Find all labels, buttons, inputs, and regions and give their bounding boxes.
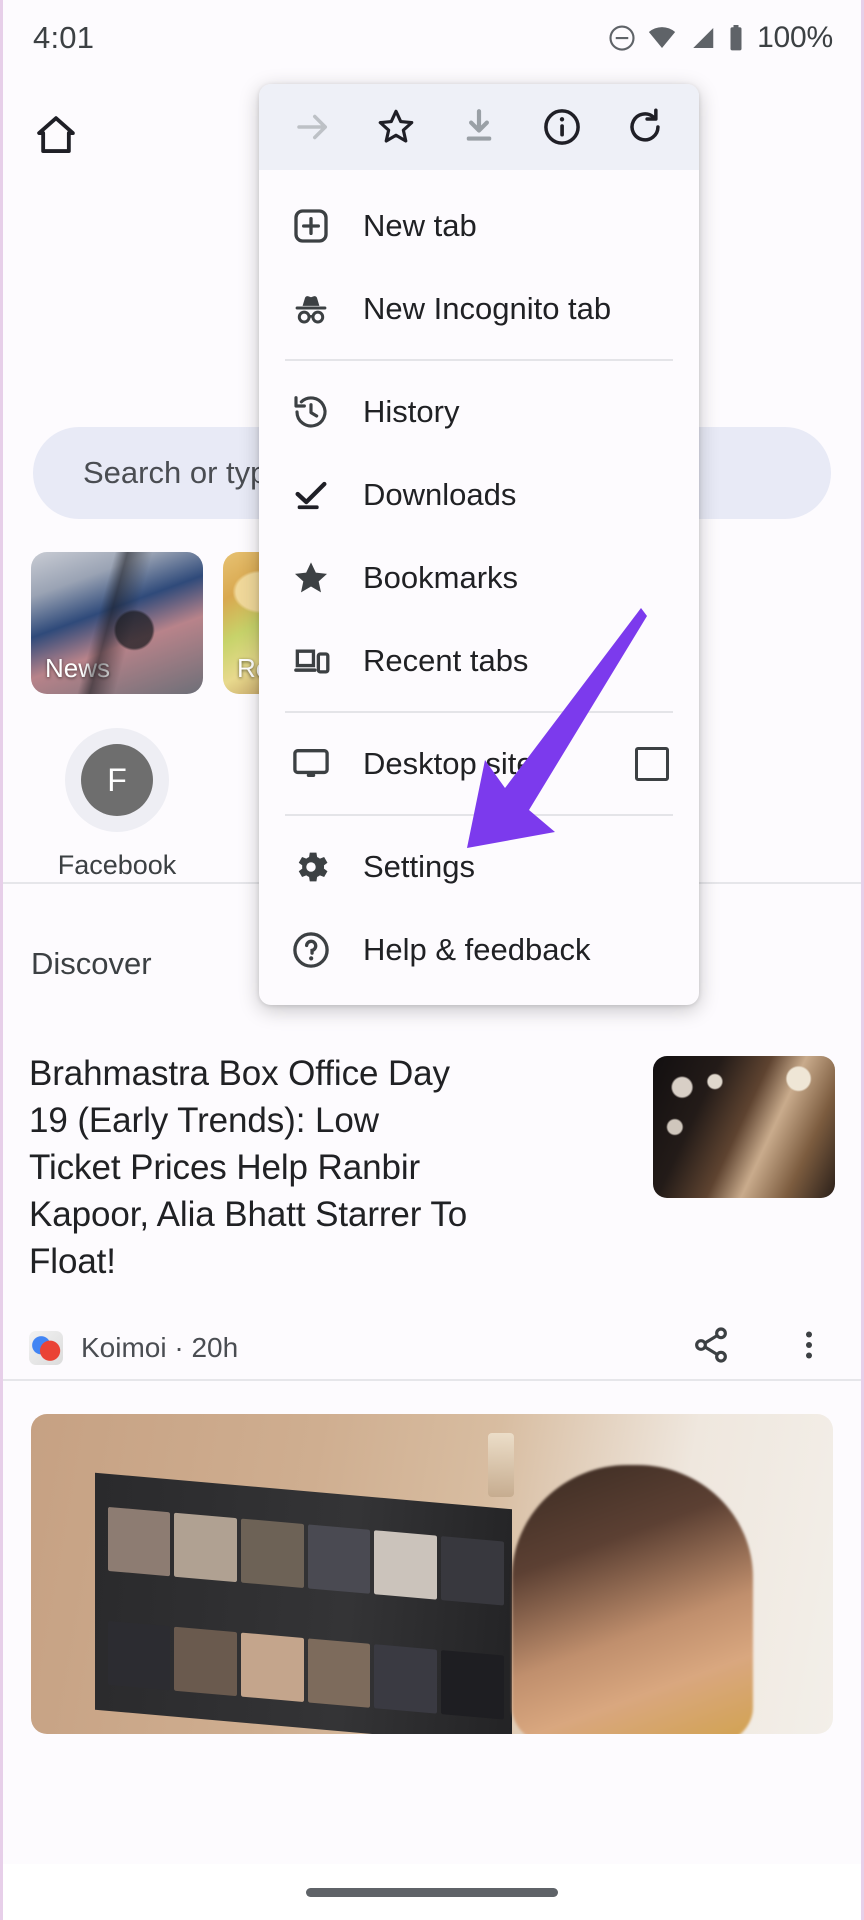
forward-arrow-icon[interactable] (282, 96, 344, 158)
menu-item-desktop-site[interactable]: Desktop site (259, 722, 699, 805)
favicon: F (81, 744, 153, 816)
battery-percent: 100% (757, 21, 833, 55)
menu-item-label: Downloads (363, 477, 673, 513)
divider (3, 1379, 861, 1381)
download-icon[interactable] (448, 96, 510, 158)
menu-item-label: Recent tabs (363, 643, 673, 679)
home-gesture-pill[interactable] (306, 1888, 558, 1897)
menu-item-label: Settings (363, 849, 673, 885)
browser-overflow-menu: New tab New Incognito tab (259, 84, 699, 1005)
status-bar: 4:01 100% (3, 0, 861, 76)
menu-item-bookmarks[interactable]: Bookmarks (259, 536, 699, 619)
phone-screen: 4:01 100% (0, 0, 864, 1920)
downloads-check-icon (285, 475, 337, 515)
menu-item-settings[interactable]: Settings (259, 825, 699, 908)
status-time: 4:01 (33, 20, 94, 56)
incognito-icon (285, 288, 337, 330)
recent-tabs-icon (285, 640, 337, 682)
help-circle-icon (285, 929, 337, 971)
menu-item-label: Help & feedback (363, 932, 673, 968)
menu-item-help-and-feedback[interactable]: Help & feedback (259, 908, 699, 991)
article-row: Brahmastra Box Office Day 19 (Early Tren… (29, 1050, 835, 1285)
status-icons: 100% (607, 21, 833, 55)
new-tab-icon (285, 206, 337, 246)
menu-item-label: New Incognito tab (363, 291, 673, 327)
star-icon[interactable] (365, 96, 427, 158)
discover-feed: Discover Brahmastra Box Office Day 19 (E… (3, 884, 861, 1920)
shortcut-circle: F (65, 728, 169, 832)
article-meta: Koimoi · 20h (29, 1325, 835, 1370)
article-thumbnail (653, 1056, 835, 1198)
menu-item-label: Desktop site (363, 746, 635, 782)
menu-item-new-incognito-tab[interactable]: New Incognito tab (259, 267, 699, 350)
menu-item-label: New tab (363, 208, 673, 244)
menu-separator (285, 359, 673, 361)
shortcut-label: Facebook (58, 850, 177, 881)
menu-item-new-tab[interactable]: New tab (259, 184, 699, 267)
desktop-site-checkbox[interactable] (635, 747, 669, 781)
person-silhouette (512, 1465, 753, 1734)
feed-image-card[interactable] (31, 1414, 833, 1734)
tile-news[interactable]: News (31, 552, 203, 694)
menu-items-list: New tab New Incognito tab (259, 170, 699, 1005)
wifi-icon (646, 23, 678, 53)
reload-icon[interactable] (614, 96, 676, 158)
more-vertical-icon[interactable] (791, 1325, 827, 1370)
menu-separator (285, 814, 673, 816)
tile-label: News (45, 653, 110, 684)
home-icon[interactable] (25, 104, 87, 166)
tv-row (108, 1620, 504, 1719)
wall-sconce (488, 1433, 514, 1497)
menu-quick-actions-toolbar (259, 84, 699, 170)
battery-icon (726, 23, 746, 53)
menu-item-recent-tabs[interactable]: Recent tabs (259, 619, 699, 702)
system-navigation-bar (3, 1864, 861, 1920)
share-icon[interactable] (691, 1325, 731, 1370)
article-headline: Brahmastra Box Office Day 19 (Early Tren… (29, 1050, 479, 1285)
shortcut-facebook[interactable]: F Facebook (31, 728, 203, 881)
source-line: Koimoi · 20h (81, 1332, 238, 1364)
info-icon[interactable] (531, 96, 593, 158)
menu-item-history[interactable]: History (259, 370, 699, 453)
desktop-monitor-icon (285, 743, 337, 785)
history-icon (285, 392, 337, 432)
discover-section-title: Discover (31, 946, 152, 982)
do-not-disturb-icon (607, 23, 637, 53)
gear-icon (285, 846, 337, 888)
article-source: Koimoi · 20h (29, 1331, 238, 1365)
menu-separator (285, 711, 673, 713)
cellular-signal-icon (687, 23, 717, 53)
tv-row (108, 1507, 504, 1606)
menu-item-downloads[interactable]: Downloads (259, 453, 699, 536)
article-actions (691, 1325, 835, 1370)
tv-screen (95, 1473, 512, 1734)
star-filled-icon (285, 558, 337, 598)
feed-article-card[interactable]: Brahmastra Box Office Day 19 (Early Tren… (3, 1050, 861, 1370)
menu-item-label: Bookmarks (363, 560, 673, 596)
source-favicon-icon (29, 1331, 63, 1365)
menu-item-label: History (363, 394, 673, 430)
